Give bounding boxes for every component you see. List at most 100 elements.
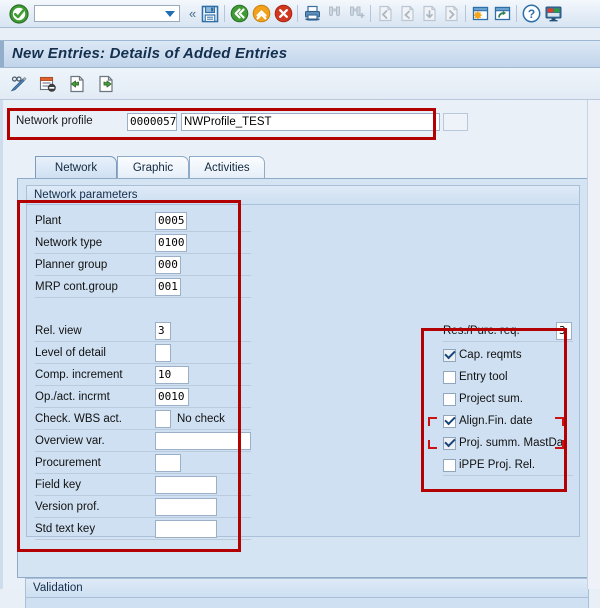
next-page-icon[interactable] bbox=[418, 3, 440, 25]
cancel-icon[interactable] bbox=[272, 3, 294, 25]
create-session-icon[interactable] bbox=[469, 3, 491, 25]
network-tab-panel: Network parameters Plant 0005 Network ty… bbox=[17, 178, 589, 578]
toolbar-separator bbox=[297, 5, 299, 22]
field-row-res-purc-req: Res./Purc. req. 3 bbox=[443, 322, 573, 342]
field-row-mrp-cont-group: MRP cont.group 001 bbox=[35, 278, 251, 298]
planner-group-label: Planner group bbox=[35, 259, 108, 271]
checkbox-row-project-sum[interactable]: Project sum. bbox=[443, 388, 523, 410]
network-profile-key-input[interactable]: 0000057 bbox=[127, 113, 177, 131]
entry-tool-checkbox[interactable] bbox=[443, 370, 456, 384]
exit-icon[interactable] bbox=[250, 3, 272, 25]
check-wbs-act-suffix: No check bbox=[177, 413, 225, 425]
delete-entry-icon[interactable] bbox=[37, 73, 59, 95]
previous-page-icon[interactable] bbox=[396, 3, 418, 25]
project-sum-label: Project sum. bbox=[459, 393, 523, 405]
proj-summ-mastda-checkbox[interactable] bbox=[443, 436, 456, 450]
previous-entry-icon[interactable] bbox=[66, 73, 88, 95]
tab-graphic-label: Graphic bbox=[132, 161, 174, 174]
checkbox-row-cap-reqmts[interactable]: Cap. reqmts bbox=[443, 344, 522, 366]
field-row-planner-group: Planner group 000 bbox=[35, 256, 251, 276]
row-rule bbox=[35, 517, 251, 518]
field-key-input[interactable] bbox=[155, 476, 217, 494]
network-profile-extra-field[interactable] bbox=[443, 113, 468, 131]
project-sum-checkbox[interactable] bbox=[443, 392, 456, 406]
vertical-scroll-gutter[interactable] bbox=[587, 100, 600, 589]
tab-graphic[interactable]: Graphic bbox=[117, 156, 189, 178]
field-row-std-text-key: Std text key bbox=[35, 520, 251, 540]
checkbox-row-proj-summ-mastda[interactable]: Proj. summ. MastDa bbox=[443, 432, 563, 454]
plant-input[interactable]: 0005 bbox=[155, 212, 187, 230]
row-rule bbox=[35, 275, 251, 276]
checkbox-row-align-fin-date[interactable]: Align.Fin. date bbox=[443, 410, 533, 432]
chevron-down-icon[interactable] bbox=[165, 10, 175, 17]
toolbar-separator bbox=[370, 5, 372, 22]
tab-activities[interactable]: Activities bbox=[189, 156, 265, 178]
back-icon[interactable] bbox=[228, 3, 250, 25]
command-field[interactable] bbox=[34, 5, 180, 22]
op-act-incrmt-label: Op./act. incrmt bbox=[35, 391, 110, 403]
ippe-proj-rel-checkbox[interactable] bbox=[443, 458, 456, 472]
row-rule bbox=[35, 363, 251, 364]
align-fin-date-checkbox[interactable] bbox=[443, 414, 456, 428]
checkbox-row-ippe-proj-rel[interactable]: iPPE Proj. Rel. bbox=[443, 454, 535, 476]
mrp-cont-group-input[interactable]: 001 bbox=[155, 278, 181, 296]
application-toolbar bbox=[0, 68, 600, 100]
network-parameters-header: Network parameters bbox=[27, 186, 579, 205]
save-icon[interactable] bbox=[199, 3, 221, 25]
display-change-icon[interactable] bbox=[8, 73, 30, 95]
last-page-icon[interactable] bbox=[440, 3, 462, 25]
rel-view-input[interactable]: 3 bbox=[155, 322, 171, 340]
svg-text:?: ? bbox=[528, 7, 535, 21]
level-of-detail-label: Level of detail bbox=[35, 347, 106, 359]
validation-groupbox: Validation bbox=[25, 578, 589, 608]
network-type-label: Network type bbox=[35, 237, 103, 249]
field-row-comp-increment: Comp. increment 10 bbox=[35, 366, 251, 386]
procurement-input[interactable] bbox=[155, 454, 181, 472]
find-icon[interactable] bbox=[323, 3, 345, 25]
next-entry-icon[interactable] bbox=[95, 73, 117, 95]
print-icon[interactable] bbox=[301, 3, 323, 25]
title-bar-cap bbox=[0, 41, 4, 67]
network-profile-text-input[interactable]: NWProfile_TEST bbox=[181, 113, 440, 131]
enter-ok-icon[interactable] bbox=[8, 3, 30, 25]
tab-network[interactable]: Network bbox=[35, 156, 117, 178]
row-rule bbox=[35, 253, 251, 254]
help-icon[interactable]: ? bbox=[520, 3, 542, 25]
row-rule bbox=[35, 451, 251, 452]
field-row-op-act-incrmt: Op./act. incrmt 0010 bbox=[35, 388, 251, 408]
overview-var-input[interactable] bbox=[155, 432, 251, 450]
more-chevrons-icon[interactable]: « bbox=[186, 6, 199, 21]
row-rule bbox=[35, 429, 251, 430]
row-rule bbox=[35, 297, 251, 298]
create-shortcut-icon[interactable] bbox=[491, 3, 513, 25]
network-type-input[interactable]: 0100 bbox=[155, 234, 187, 252]
planner-group-input[interactable]: 000 bbox=[155, 256, 181, 274]
res-purc-req-input[interactable]: 3 bbox=[556, 322, 572, 340]
page-title: New Entries: Details of Added Entries bbox=[12, 45, 288, 62]
comp-increment-input[interactable]: 10 bbox=[155, 366, 189, 384]
network-parameters-body: Plant 0005 Network type 0100 Planner gro… bbox=[27, 205, 579, 540]
row-rule bbox=[35, 385, 251, 386]
field-row-network-type: Network type 0100 bbox=[35, 234, 251, 254]
field-row-field-key: Field key bbox=[35, 476, 251, 496]
std-text-key-input[interactable] bbox=[155, 520, 217, 538]
row-rule bbox=[35, 231, 251, 232]
comp-increment-label: Comp. increment bbox=[35, 369, 123, 381]
op-act-incrmt-input[interactable]: 0010 bbox=[155, 388, 189, 406]
network-parameters-groupbox: Network parameters Plant 0005 Network ty… bbox=[26, 185, 580, 540]
cap-reqmts-checkbox[interactable] bbox=[443, 348, 456, 362]
first-page-icon[interactable] bbox=[374, 3, 396, 25]
checkbox-row-entry-tool[interactable]: Entry tool bbox=[443, 366, 508, 388]
align-fin-date-label: Align.Fin. date bbox=[459, 415, 533, 427]
tab-network-label: Network bbox=[54, 161, 98, 174]
customize-layout-icon[interactable] bbox=[542, 3, 564, 25]
field-row-procurement: Procurement bbox=[35, 454, 251, 474]
tab-activities-label: Activities bbox=[204, 161, 250, 174]
procurement-label: Procurement bbox=[35, 457, 101, 469]
find-next-icon[interactable] bbox=[345, 3, 367, 25]
check-wbs-act-input[interactable] bbox=[155, 410, 171, 428]
overview-var-label: Overview var. bbox=[35, 435, 105, 447]
version-prof-input[interactable] bbox=[155, 498, 217, 516]
level-of-detail-input[interactable] bbox=[155, 344, 171, 362]
row-rule bbox=[35, 407, 251, 408]
